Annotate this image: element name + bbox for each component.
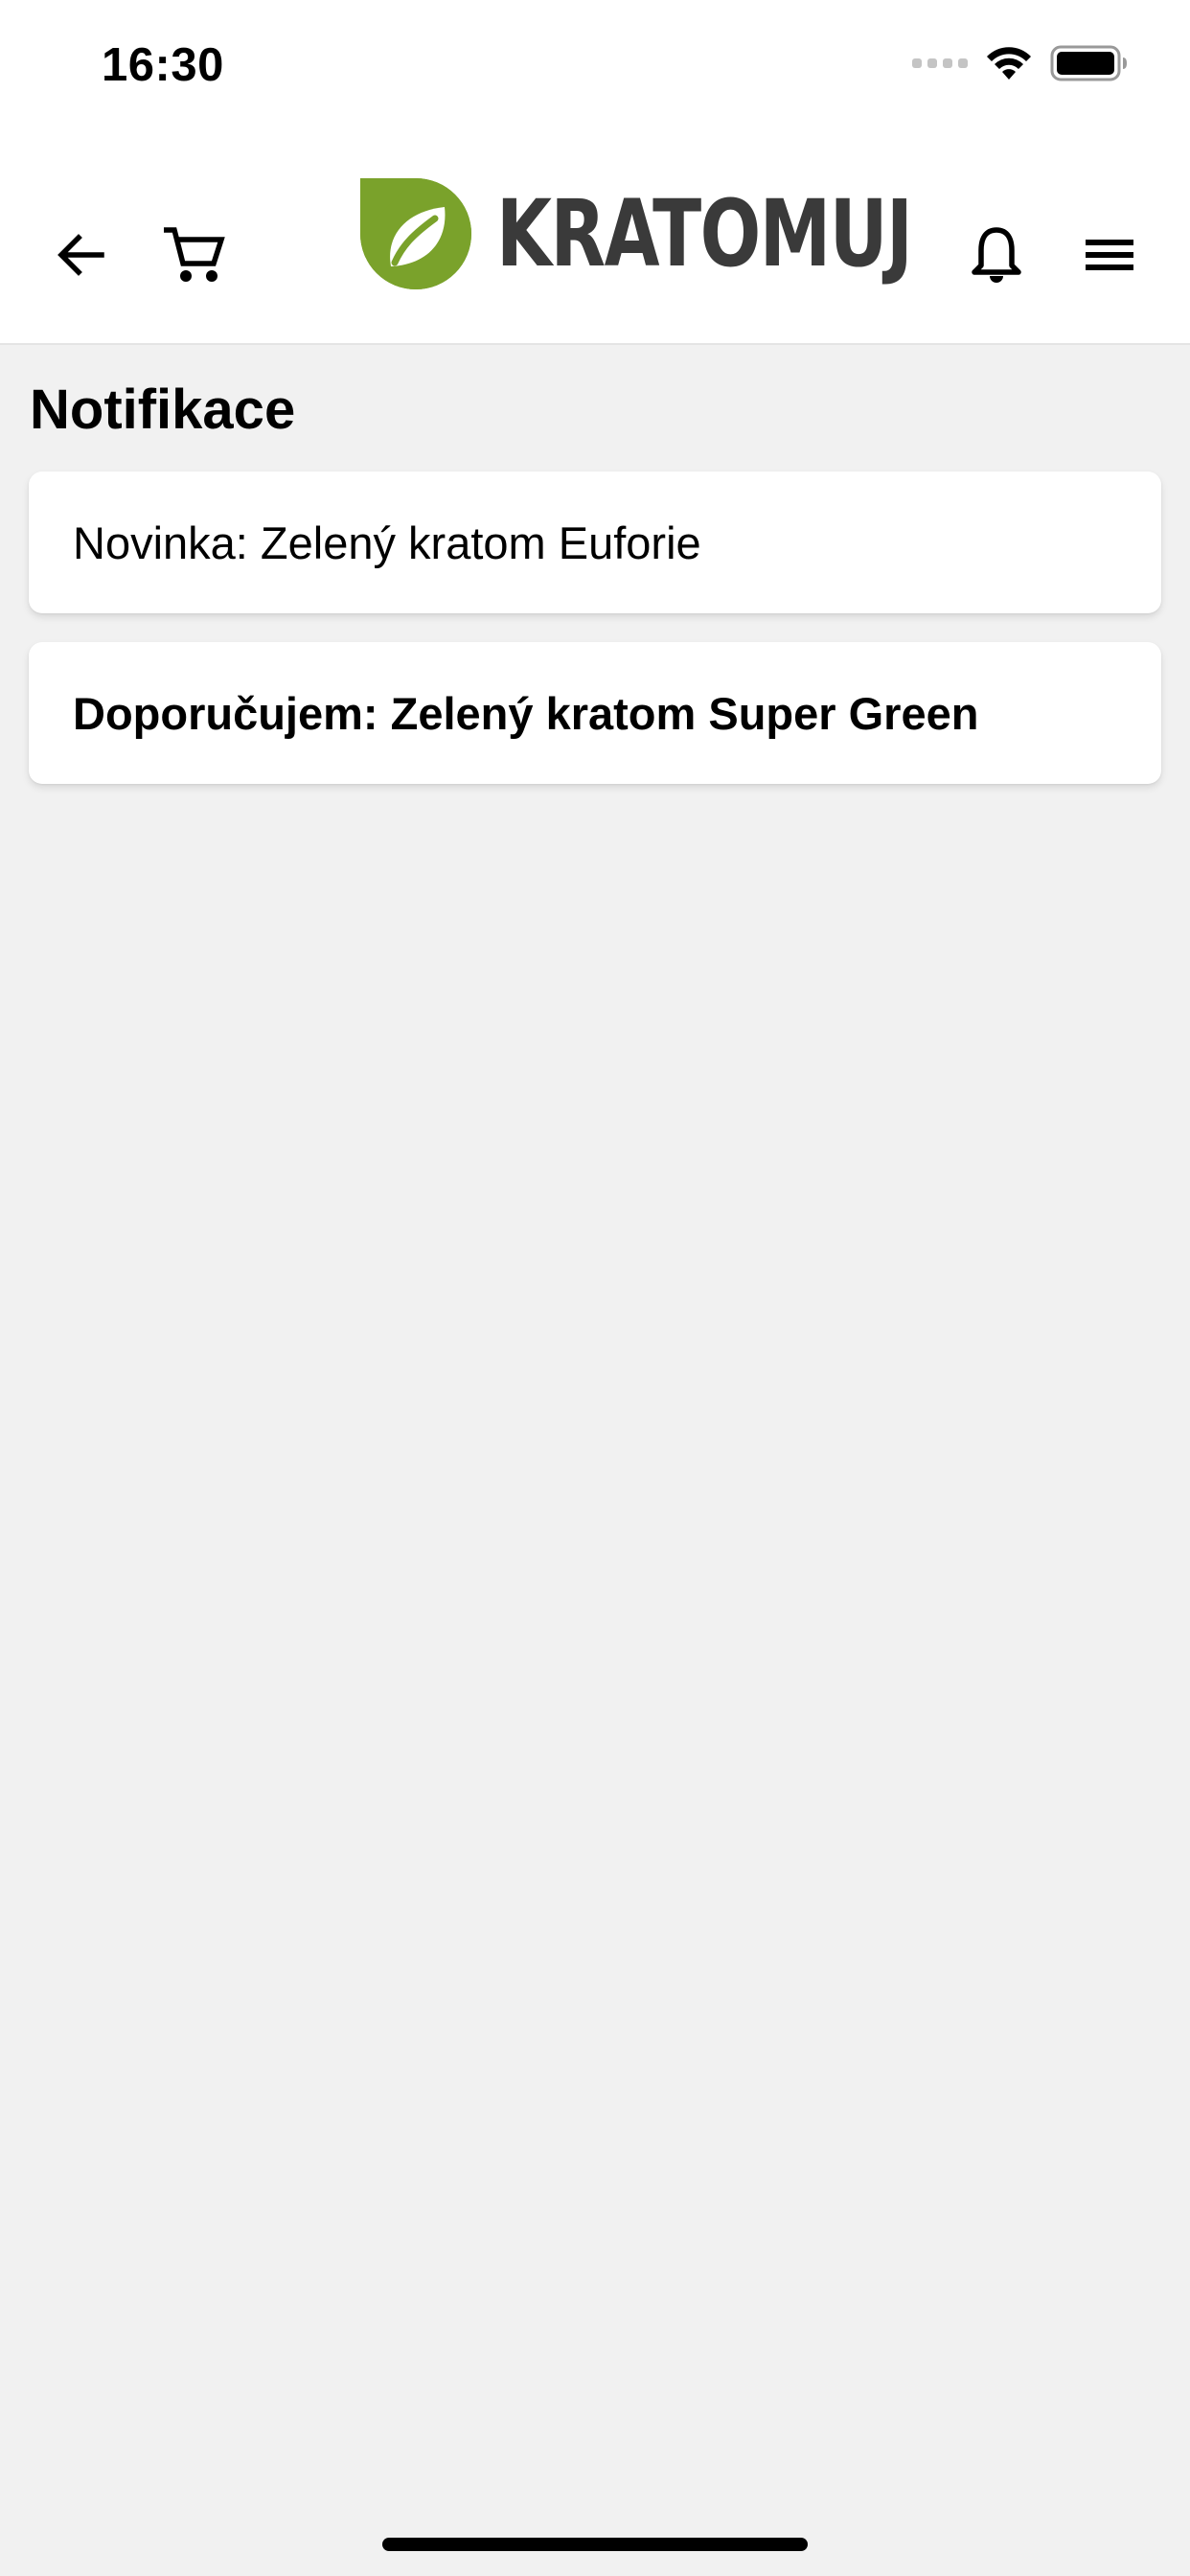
leaf-logo-icon (360, 178, 471, 289)
notification-text: Doporučujem: Zelený kratom Super Green (73, 687, 979, 739)
bell-icon (972, 227, 1021, 283)
home-indicator[interactable] (382, 2538, 808, 2551)
back-button[interactable] (34, 209, 126, 301)
notification-item[interactable]: Novinka: Zelený kratom Euforie (29, 472, 1161, 613)
app-header: KRATOMUJ (0, 134, 1190, 345)
status-indicators (912, 44, 1129, 82)
logo-text: KRATOMUJ (496, 180, 913, 288)
back-arrow-icon (57, 234, 104, 276)
cart-button[interactable] (148, 209, 240, 301)
menu-icon (1086, 240, 1133, 270)
cart-icon (164, 227, 225, 282)
cellular-signal-icon (912, 58, 968, 68)
wifi-icon (987, 47, 1031, 80)
status-time: 16:30 (102, 39, 224, 91)
menu-button[interactable] (1064, 209, 1156, 301)
notifications-button[interactable] (950, 209, 1042, 301)
brand-logo: KRATOMUJ (356, 174, 1028, 293)
status-bar: 16:30 (0, 0, 1190, 134)
notification-item[interactable]: Doporučujem: Zelený kratom Super Green (29, 642, 1161, 784)
page-title: Notifikace (30, 379, 296, 441)
notification-text: Novinka: Zelený kratom Euforie (73, 517, 701, 568)
battery-icon (1050, 45, 1127, 81)
